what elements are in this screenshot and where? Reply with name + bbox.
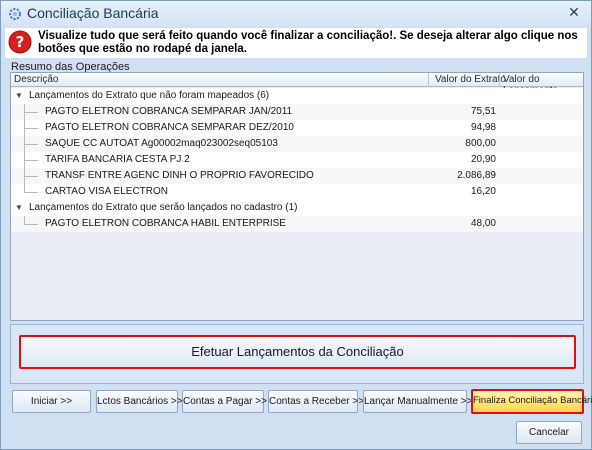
warning-banner: ? Visualize tudo que será feito quando v… xyxy=(5,28,587,58)
finaliza-conciliacao-button[interactable]: Finaliza Conciliação Bancária xyxy=(471,389,592,414)
window-title: Conciliação Bancária xyxy=(27,5,159,21)
tree-line xyxy=(24,176,38,177)
row-description: SAQUE CC AUTOAT Ag00002maq023002seq05103 xyxy=(45,138,278,149)
row-valor-extrato: 16,20 xyxy=(470,186,496,197)
row-description: PAGTO ELETRON COBRANCA SEMPARAR JAN/2011 xyxy=(45,106,293,117)
execute-panel: Efetuar Lançamentos da Conciliação xyxy=(10,324,584,384)
contas-a-pagar-button[interactable]: Contas a Pagar >> xyxy=(182,390,267,413)
efetuar-lancamentos-button[interactable]: Efetuar Lançamentos da Conciliação xyxy=(19,335,576,369)
contas-a-receber-button[interactable]: Contas a Receber >> xyxy=(268,390,364,413)
close-button[interactable]: ✕ xyxy=(567,6,581,20)
column-separator xyxy=(499,73,500,87)
lctos-bancarios-button[interactable]: Lctos Bancários >> xyxy=(96,390,183,413)
table-row[interactable]: CARTAO VISA ELECTRON 16,20 xyxy=(11,184,583,200)
title-bar: Conciliação Bancária ✕ xyxy=(1,1,591,27)
row-description: PAGTO ELETRON COBRANCA SEMPARAR DEZ/2010 xyxy=(45,122,294,133)
tree-line xyxy=(24,224,38,225)
row-valor-extrato: 20,90 xyxy=(470,154,496,165)
column-separator xyxy=(428,73,429,87)
row-valor-extrato: 800,00 xyxy=(465,138,496,149)
table-row[interactable]: PAGTO ELETRON COBRANCA SEMPARAR JAN/2011… xyxy=(11,104,583,120)
group-label: Lançamentos do Extrato que não foram map… xyxy=(29,90,270,101)
group-label: Lançamentos do Extrato que serão lançado… xyxy=(29,202,298,213)
row-description: CARTAO VISA ELECTRON xyxy=(45,186,168,197)
tree-line xyxy=(24,192,38,193)
grid-header: Descrição Valor do Extrato Valor do Lanç… xyxy=(11,73,583,96)
table-row[interactable]: SAQUE CC AUTOAT Ag00002maq023002seq05103… xyxy=(11,136,583,152)
row-valor-extrato: 2.086,89 xyxy=(457,170,496,181)
warning-text: Visualize tudo que será feito quando voc… xyxy=(38,30,578,55)
cancelar-button[interactable]: Cancelar xyxy=(516,421,582,444)
column-header-valor-extrato[interactable]: Valor do Extrato xyxy=(435,74,506,85)
row-valor-extrato: 48,00 xyxy=(470,218,496,229)
iniciar-button[interactable]: Iniciar >> xyxy=(12,390,91,413)
collapse-chevron-icon[interactable]: ▼ xyxy=(15,203,25,213)
conciliacao-window: Conciliação Bancária ✕ ? Visualize tudo … xyxy=(0,0,592,450)
row-valor-extrato: 75,51 xyxy=(470,106,496,117)
lancar-manualmente-button[interactable]: Lançar Manualmente >> xyxy=(363,390,472,413)
grid-rows: ▼ Lançamentos do Extrato que não foram m… xyxy=(11,88,583,232)
collapse-chevron-icon[interactable]: ▼ xyxy=(15,91,25,101)
app-gear-icon xyxy=(9,8,21,20)
group-row-unmapped[interactable]: ▼ Lançamentos do Extrato que não foram m… xyxy=(11,88,583,104)
table-row[interactable]: PAGTO ELETRON COBRANCA SEMPARAR DEZ/2010… xyxy=(11,120,583,136)
group-row-to-register[interactable]: ▼ Lançamentos do Extrato que serão lança… xyxy=(11,200,583,216)
tree-line xyxy=(24,128,38,129)
question-mark-icon: ? xyxy=(8,30,32,54)
row-description: PAGTO ELETRON COBRANCA HABIL ENTERPRISE xyxy=(45,218,286,229)
table-row[interactable]: TRANSF ENTRE AGENC DINH O PROPRIO FAVORE… xyxy=(11,168,583,184)
tree-line xyxy=(24,112,38,113)
row-description: TARIFA BANCARIA CESTA PJ 2 xyxy=(45,154,190,165)
svg-text:?: ? xyxy=(16,33,25,51)
summary-tree-grid[interactable]: Descrição Valor do Extrato Valor do Lanç… xyxy=(10,72,584,321)
table-row[interactable]: PAGTO ELETRON COBRANCA HABIL ENTERPRISE … xyxy=(11,216,583,232)
table-row[interactable]: TARIFA BANCARIA CESTA PJ 2 20,90 xyxy=(11,152,583,168)
tree-line xyxy=(24,160,38,161)
row-valor-extrato: 94,98 xyxy=(470,122,496,133)
column-header-descricao[interactable]: Descrição xyxy=(14,74,58,85)
row-description: TRANSF ENTRE AGENC DINH O PROPRIO FAVORE… xyxy=(45,170,314,181)
tree-line xyxy=(24,144,38,145)
